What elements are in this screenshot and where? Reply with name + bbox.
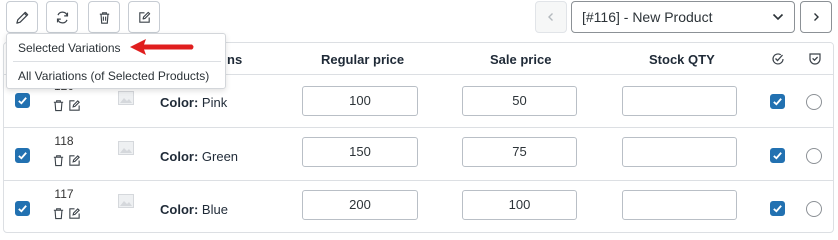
refresh-icon [56, 11, 68, 23]
sale-price-input[interactable]: 75 [462, 137, 577, 167]
table-row: 117 Color: Blue 200 100 [4, 182, 833, 232]
header-stock-qty: Stock QTY [649, 52, 715, 67]
attribute-value: Green [201, 149, 239, 164]
edit-square-icon [138, 11, 150, 23]
image-placeholder-icon [118, 194, 134, 208]
previous-product-button[interactable] [535, 1, 567, 33]
checkmark-icon [18, 97, 27, 105]
shield-check-icon[interactable] [808, 52, 822, 66]
next-product-button[interactable] [800, 1, 832, 33]
attribute-value: Pink [201, 95, 228, 110]
header-regular-price: Regular price [321, 52, 405, 67]
menu-divider [13, 61, 221, 62]
menu-item-all-variations[interactable]: All Variations (of Selected Products) [18, 69, 209, 83]
chevron-left-icon [548, 13, 553, 21]
checkmark-icon [18, 205, 27, 213]
row-actions [52, 207, 81, 220]
menu-item-selected-variations[interactable]: Selected Variations [18, 41, 121, 55]
chevron-right-icon [814, 13, 819, 21]
default-radio[interactable] [806, 94, 822, 110]
check-circle-icon[interactable] [771, 52, 785, 66]
chevron-down-icon [772, 13, 784, 21]
enabled-checkbox[interactable] [770, 94, 785, 109]
attribute-value: Blue [201, 202, 228, 217]
stock-qty-input[interactable] [622, 86, 737, 116]
checkmark-icon [18, 152, 27, 160]
image-placeholder-icon [118, 91, 134, 105]
header-sale-price: Sale price [490, 52, 552, 67]
table-row: 118 Color: Green 150 75 [4, 129, 833, 181]
edit-icon[interactable] [68, 154, 81, 167]
variation-name: Color: Blue [160, 202, 228, 217]
variation-name: Color: Pink [160, 95, 227, 110]
sale-price-input[interactable]: 50 [462, 86, 577, 116]
product-select-value: [#116] - New Product [582, 9, 713, 25]
row-select-checkbox[interactable] [15, 148, 30, 163]
checkmark-icon [773, 205, 782, 213]
row-select-checkbox[interactable] [15, 93, 30, 108]
row-actions [52, 154, 81, 167]
stock-qty-input[interactable] [622, 137, 737, 167]
row-actions [52, 99, 81, 112]
edit-button[interactable] [128, 1, 160, 33]
enabled-checkbox[interactable] [770, 201, 785, 216]
trash-icon[interactable] [52, 99, 65, 112]
trash-icon [99, 11, 109, 24]
enabled-checkbox[interactable] [770, 148, 785, 163]
checkmark-icon [773, 152, 782, 160]
trash-icon[interactable] [52, 207, 65, 220]
header-variations: ns [227, 52, 243, 67]
attribute-label: Color: [160, 95, 199, 110]
image-placeholder-icon [118, 141, 134, 155]
variation-name: Color: Green [160, 149, 238, 164]
delete-button[interactable] [88, 1, 120, 33]
regular-price-input[interactable]: 150 [302, 137, 418, 167]
row-select-checkbox[interactable] [15, 201, 30, 216]
sale-price-input[interactable]: 100 [462, 190, 577, 220]
stock-qty-input[interactable] [622, 190, 737, 220]
trash-icon[interactable] [52, 154, 65, 167]
bulk-edit-button[interactable] [6, 1, 38, 33]
attribute-label: Color: [160, 202, 199, 217]
variation-id: 117 [54, 187, 74, 201]
edit-icon[interactable] [68, 99, 81, 112]
default-radio[interactable] [806, 148, 822, 164]
red-arrow-annotation [130, 39, 194, 55]
checkmark-icon [773, 98, 782, 106]
variation-id: 118 [54, 134, 74, 148]
refresh-button[interactable] [46, 1, 78, 33]
product-select[interactable]: [#116] - New Product [571, 1, 795, 33]
regular-price-input[interactable]: 100 [302, 86, 418, 116]
attribute-label: Color: [160, 149, 199, 164]
regular-price-input[interactable]: 200 [302, 190, 418, 220]
edit-icon[interactable] [68, 207, 81, 220]
default-radio[interactable] [806, 201, 822, 217]
pencil-icon [15, 11, 28, 24]
